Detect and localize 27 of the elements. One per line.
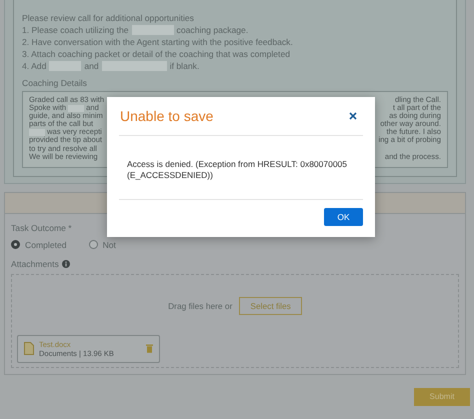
radio-button[interactable] [11, 240, 20, 250]
instruction-text: coaching package. [176, 24, 248, 36]
attachments-label: Attachments [11, 258, 59, 270]
coaching-details-label: Coaching Details [22, 78, 88, 88]
instruction-text: 1. Please coach utilizing the [22, 24, 129, 36]
instruction-text: 4. Add [22, 60, 46, 72]
close-icon[interactable] [349, 112, 357, 120]
dialog-title: Unable to save [120, 108, 214, 124]
select-files-button[interactable]: Select files [239, 296, 302, 315]
radio-label: Not [102, 240, 116, 250]
instruction-text: 2. Have conversation with the Agent starting with the positive feedback. [22, 36, 293, 48]
submit-button[interactable]: Submit [414, 388, 470, 406]
redacted-block [102, 61, 167, 71]
radio-button[interactable] [88, 240, 98, 250]
info-icon [62, 260, 70, 268]
dialog-message: Access is denied. (Exception from HRESULT: 0x80070005 (E_ACCESSDENIED)) [119, 136, 363, 200]
instruction-text: and [84, 60, 99, 72]
instruction-text: if blank. [170, 60, 200, 72]
ok-button[interactable]: OK [324, 208, 363, 226]
radio-label: Completed [25, 240, 67, 250]
instructions-heading: Please review call for additional opportunities [22, 12, 195, 24]
document-icon [24, 342, 34, 356]
task-outcome-label: Task Outcome * [11, 222, 73, 234]
instruction-text: 3. Attach coaching packet or detail of the coaching that was completed [22, 48, 290, 60]
redacted-block [49, 61, 82, 71]
drop-text: Drag files here or [168, 300, 232, 311]
redacted-block [132, 25, 174, 35]
